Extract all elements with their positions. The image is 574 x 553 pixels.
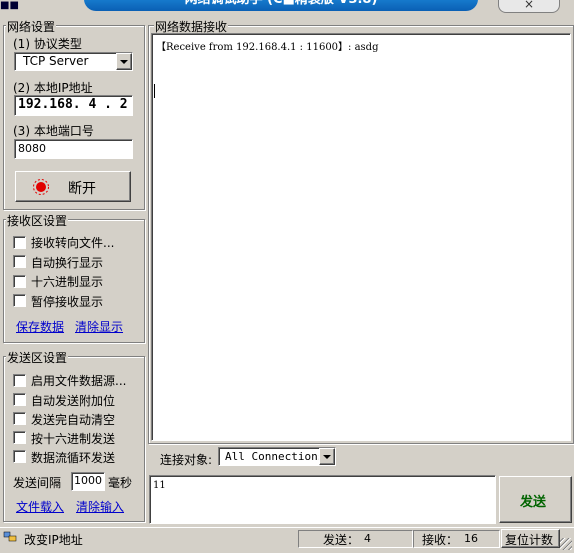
clear-display-link[interactable]: 清除显示 xyxy=(75,318,123,335)
hex-send-checkbox[interactable] xyxy=(13,431,26,444)
receive-to-file-checkbox[interactable] xyxy=(13,236,26,249)
recv-count-panel: 接收： 16 xyxy=(413,530,500,548)
send-count-panel: 发送： 4 xyxy=(298,530,413,548)
loop-send-label[interactable]: 数据流循环发送 xyxy=(31,449,115,466)
chevron-down-icon xyxy=(323,455,331,459)
auto-clear-checkbox[interactable] xyxy=(13,412,26,425)
status-ip-icon xyxy=(3,531,17,543)
protocol-value: TCP Server xyxy=(23,54,89,68)
file-source-checkbox[interactable] xyxy=(13,374,26,387)
pause-receive-label[interactable]: 暂停接收显示 xyxy=(31,293,103,310)
connection-select[interactable]: All Connections xyxy=(218,447,336,466)
auto-wrap-label[interactable]: 自动换行显示 xyxy=(31,254,103,271)
auto-clear-label[interactable]: 发送完自动清空 xyxy=(31,411,115,428)
auto-append-checkbox[interactable] xyxy=(13,393,26,406)
port-input[interactable]: 8080 xyxy=(14,139,133,159)
recv-count-label: 接收： xyxy=(422,533,459,547)
send-interval-value: 1000 xyxy=(74,474,102,487)
recv-count-value: 16 xyxy=(464,532,478,545)
protocol-dropdown-button[interactable] xyxy=(116,53,132,70)
size-grip[interactable] xyxy=(560,538,572,550)
connection-indicator-icon xyxy=(33,179,49,195)
send-settings-legend: 发送区设置 xyxy=(6,349,69,366)
clear-input-link[interactable]: 清除输入 xyxy=(76,498,124,515)
send-count-label: 发送： xyxy=(323,533,360,547)
text-cursor xyxy=(154,84,155,98)
ip-input[interactable]: 192.168. 4 . 2 xyxy=(14,95,133,116)
network-settings-legend: 网络设置 xyxy=(6,18,57,35)
close-button[interactable]: × xyxy=(498,0,560,13)
port-value: 8080 xyxy=(18,142,46,155)
hex-display-label[interactable]: 十六进制显示 xyxy=(31,273,103,290)
reset-count-label: 复位计数 xyxy=(505,533,554,547)
connection-dropdown-button[interactable] xyxy=(319,448,335,465)
send-button-label: 发送 xyxy=(520,495,547,510)
send-interval-input[interactable]: 1000 xyxy=(71,472,105,491)
auto-wrap-checkbox[interactable] xyxy=(13,255,26,268)
file-source-label[interactable]: 启用文件数据源... xyxy=(31,372,126,389)
save-data-link[interactable]: 保存数据 xyxy=(16,318,64,335)
receive-text: 【Receive from 192.168.4.1 : 11600】: asdg xyxy=(156,42,379,53)
reset-count-button[interactable]: 复位计数 xyxy=(501,529,560,548)
protocol-select[interactable]: TCP Server xyxy=(14,52,133,71)
ip-label: (2) 本地IP地址 xyxy=(13,81,93,95)
connection-value: All Connections xyxy=(225,450,325,463)
network-icon xyxy=(3,531,17,542)
load-file-link[interactable]: 文件载入 xyxy=(16,498,64,515)
receive-to-file-label[interactable]: 接收转向文件... xyxy=(31,234,114,251)
receive-settings-legend: 接收区设置 xyxy=(6,212,69,229)
send-interval-unit: 毫秒 xyxy=(108,476,133,490)
app-icon[interactable]: ■■ xyxy=(0,0,20,12)
hex-display-checkbox[interactable] xyxy=(13,275,26,288)
change-ip-item[interactable]: 改变IP地址 xyxy=(24,531,83,548)
send-count-value: 4 xyxy=(364,532,371,545)
loop-send-checkbox[interactable] xyxy=(13,450,26,463)
ip-value: 192.168. 4 . 2 xyxy=(18,97,128,112)
send-interval-label: 发送间隔 xyxy=(13,476,62,490)
protocol-label: (1) 协议类型 xyxy=(13,37,82,51)
connect-toggle-label: 断开 xyxy=(68,181,96,197)
send-textarea[interactable]: 11 xyxy=(149,475,496,524)
chevron-down-icon xyxy=(120,60,128,64)
connect-toggle-button[interactable]: 断开 xyxy=(15,171,131,202)
pause-receive-checkbox[interactable] xyxy=(13,294,26,307)
window-title: 网络调试助手 (C■精装版 V3.8) xyxy=(84,0,478,11)
connection-label: 连接对象: xyxy=(160,453,213,467)
auto-append-label[interactable]: 自动发送附加位 xyxy=(31,392,115,409)
receive-textarea[interactable]: 【Receive from 192.168.4.1 : 11600】: asdg xyxy=(151,33,571,441)
send-button[interactable]: 发送 xyxy=(499,476,572,523)
hex-send-label[interactable]: 按十六进制发送 xyxy=(31,430,115,447)
send-text: 11 xyxy=(153,480,166,491)
port-label: (3) 本地端口号 xyxy=(13,124,94,138)
